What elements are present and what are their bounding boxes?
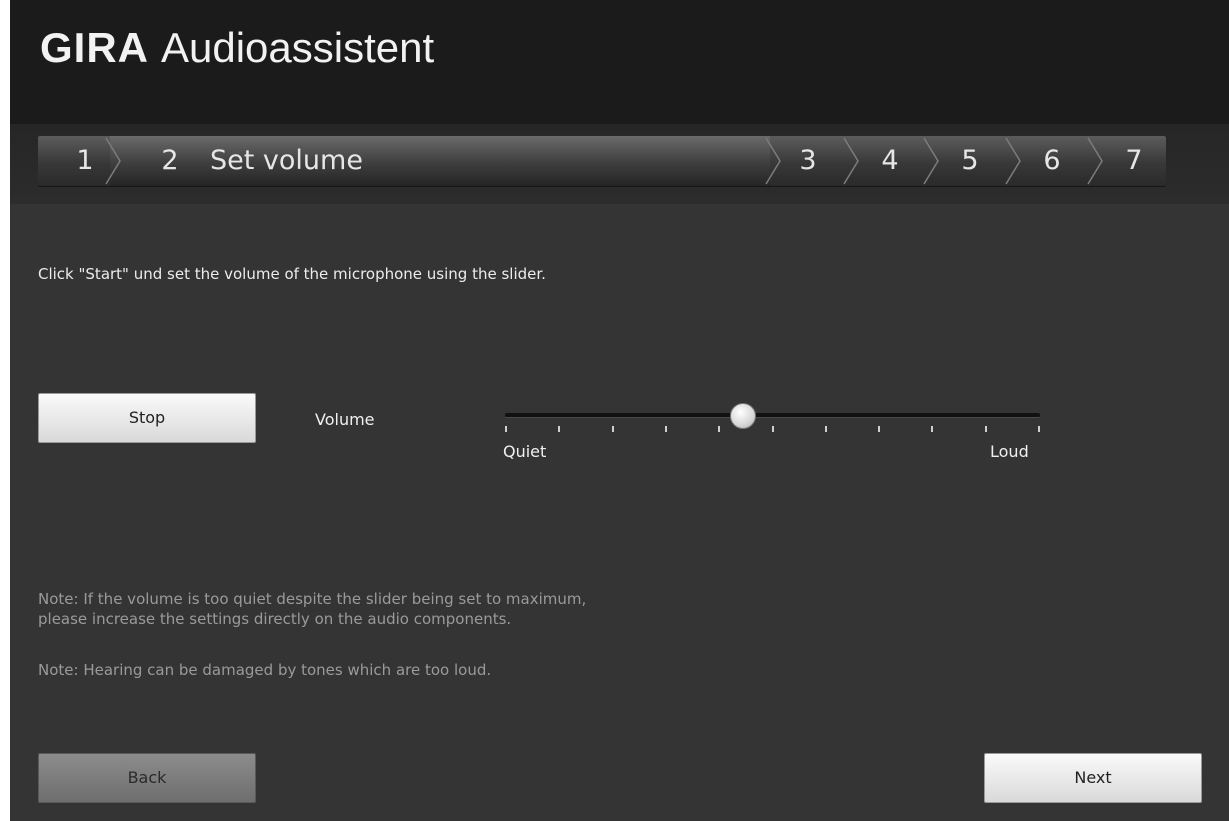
slider-tick xyxy=(931,426,933,432)
note-hearing-damage: Note: Hearing can be damaged by tones wh… xyxy=(38,661,492,679)
step-progress-bar: 1 2 Set volume 3 4 5 6 7 xyxy=(38,136,1166,186)
chevron-right-icon xyxy=(1082,136,1106,186)
app-brand: GIRA Audioassistent xyxy=(40,22,434,74)
chevron-right-icon xyxy=(1000,136,1024,186)
note-volume-max-line-1: Note: If the volume is too quiet despite… xyxy=(38,590,587,608)
slider-max-label: Loud xyxy=(990,442,1029,461)
audio-assistant-window: GIRA Audioassistent 1 2 Set volume 3 4 5 … xyxy=(10,0,1229,821)
slider-tick xyxy=(665,426,667,432)
instruction-text: Click "Start" und set the volume of the … xyxy=(38,265,546,283)
step-2: 2 xyxy=(161,145,179,176)
slider-tick xyxy=(878,426,880,432)
slider-tick xyxy=(985,426,987,432)
app-title: Audioassistent xyxy=(161,24,435,71)
next-button[interactable]: Next xyxy=(984,753,1202,803)
active-step-highlight xyxy=(110,136,770,186)
chevron-right-icon xyxy=(838,136,862,186)
stop-button[interactable]: Stop xyxy=(38,393,256,443)
chevron-right-icon xyxy=(918,136,942,186)
volume-slider[interactable] xyxy=(505,400,1040,440)
title-bar: GIRA Audioassistent xyxy=(10,0,1229,124)
slider-track[interactable] xyxy=(505,413,1040,418)
step-4: 4 xyxy=(881,145,899,176)
step-6: 6 xyxy=(1043,145,1061,176)
gira-logo: GIRA xyxy=(40,24,149,71)
volume-label: Volume xyxy=(315,410,375,429)
slider-thumb[interactable] xyxy=(730,403,756,429)
step-2-label: Set volume xyxy=(210,145,363,176)
note-volume-max-line-2: please increase the settings directly on… xyxy=(38,610,512,628)
slider-min-label: Quiet xyxy=(503,442,547,461)
slider-tick xyxy=(558,426,560,432)
slider-tick xyxy=(718,426,720,432)
back-button[interactable]: Back xyxy=(38,753,256,803)
slider-tick xyxy=(1038,426,1040,432)
slider-tick xyxy=(825,426,827,432)
slider-tick xyxy=(772,426,774,432)
slider-tick xyxy=(505,426,507,432)
slider-tick xyxy=(612,426,614,432)
note-volume-max: Note: If the volume is too quiet despite… xyxy=(38,589,586,629)
step-5: 5 xyxy=(961,145,979,176)
chevron-right-icon xyxy=(100,136,124,186)
step-7: 7 xyxy=(1125,145,1143,176)
step-3: 3 xyxy=(799,145,817,176)
chevron-right-icon xyxy=(760,136,784,186)
